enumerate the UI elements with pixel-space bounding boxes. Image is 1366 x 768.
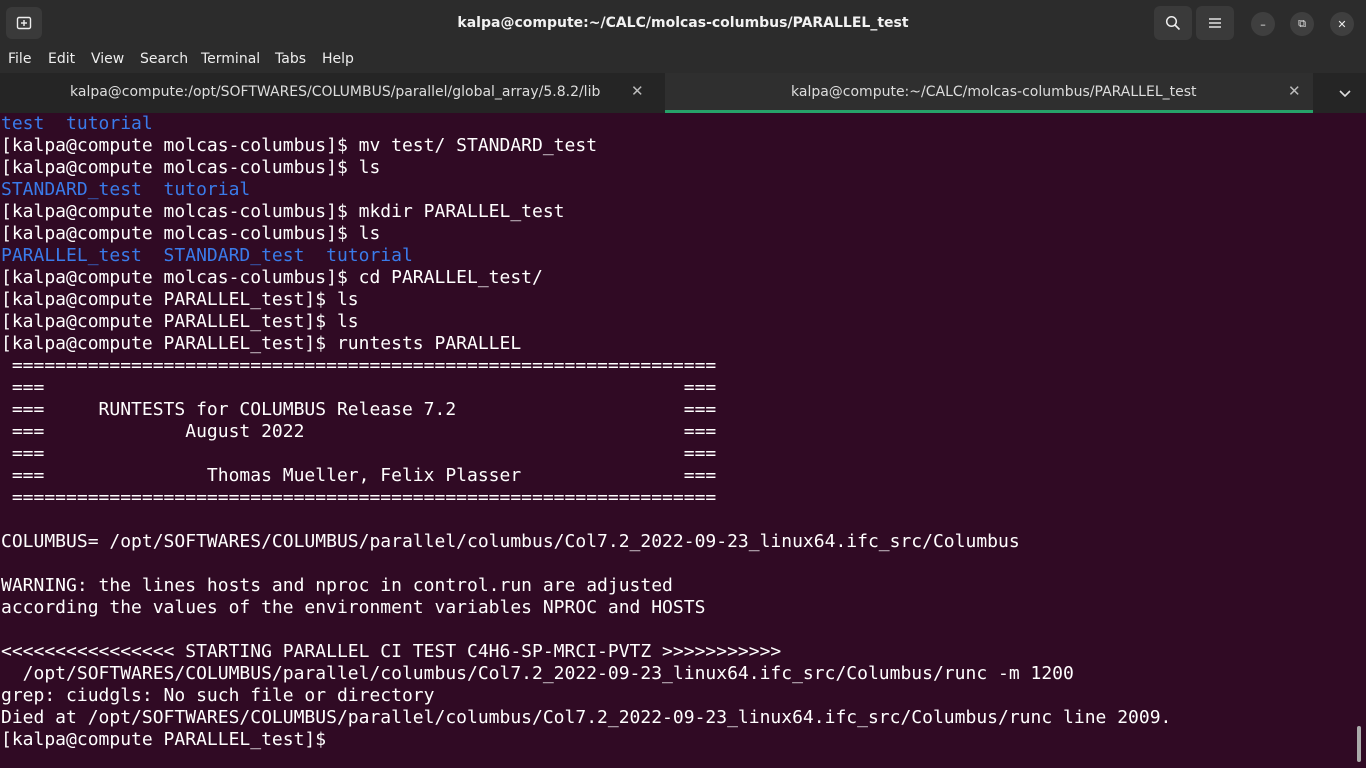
terminal-line: [kalpa@compute molcas-columbus]$ ls <box>1 157 381 178</box>
terminal-line: ========================================… <box>1 487 717 508</box>
close-window-button[interactable]: ✕ <box>1330 12 1354 36</box>
terminal-line: grep: ciudgls: No such file or directory <box>1 685 435 706</box>
tab-bar: kalpa@compute:/opt/SOFTWARES/COLUMBUS/pa… <box>0 73 1366 113</box>
terminal-line: according the values of the environment … <box>1 597 706 618</box>
close-tab-icon[interactable]: ✕ <box>1288 82 1301 100</box>
hamburger-menu-button[interactable] <box>1196 6 1234 40</box>
terminal-line: === === <box>1 443 717 464</box>
menu-terminal[interactable]: Terminal <box>201 51 260 67</box>
terminal-line: [kalpa@compute molcas-columbus]$ cd PARA… <box>1 267 543 288</box>
tab-label: kalpa@compute:~/CALC/molcas-columbus/PAR… <box>791 84 1197 100</box>
tabs-dropdown-button[interactable] <box>1333 81 1357 105</box>
search-icon <box>1165 15 1181 31</box>
terminal-line: [kalpa@compute PARALLEL_test]$ ls <box>1 311 359 332</box>
terminal-line: [kalpa@compute PARALLEL_test]$ <box>1 729 337 750</box>
terminal-line: [kalpa@compute molcas-columbus]$ mkdir P… <box>1 201 565 222</box>
menu-help[interactable]: Help <box>322 51 354 67</box>
terminal-line: test tutorial <box>1 113 153 134</box>
terminal-line: STANDARD_test tutorial <box>1 179 251 200</box>
scrollbar[interactable] <box>1357 726 1361 762</box>
menu-file[interactable]: File <box>8 51 31 67</box>
maximize-button[interactable]: ⧉ <box>1290 12 1314 36</box>
terminal-line: [kalpa@compute PARALLEL_test]$ runtests … <box>1 333 522 354</box>
terminal-line: === Thomas Mueller, Felix Plasser === <box>1 465 717 486</box>
terminal-line: === === <box>1 377 717 398</box>
menu-view[interactable]: View <box>91 51 124 67</box>
hamburger-menu-icon <box>1209 18 1221 28</box>
tab-label: kalpa@compute:/opt/SOFTWARES/COLUMBUS/pa… <box>70 84 601 100</box>
terminal-line: === August 2022 === <box>1 421 717 442</box>
terminal-line: COLUMBUS= /opt/SOFTWARES/COLUMBUS/parall… <box>1 531 1020 552</box>
terminal-line: ========================================… <box>1 355 717 376</box>
terminal-line: [kalpa@compute molcas-columbus]$ mv test… <box>1 135 598 156</box>
minimize-button[interactable]: – <box>1251 12 1275 36</box>
terminal-line: === RUNTESTS for COLUMBUS Release 7.2 ==… <box>1 399 717 420</box>
terminal-line: WARNING: the lines hosts and nproc in co… <box>1 575 673 596</box>
menu-tabs[interactable]: Tabs <box>275 51 306 67</box>
terminal-line: /opt/SOFTWARES/COLUMBUS/parallel/columbu… <box>1 663 1074 684</box>
tab-parallel-test[interactable]: kalpa@compute:~/CALC/molcas-columbus/PAR… <box>665 73 1313 113</box>
terminal-line: Died at /opt/SOFTWARES/COLUMBUS/parallel… <box>1 707 1172 728</box>
terminal-line: [kalpa@compute molcas-columbus]$ ls <box>1 223 381 244</box>
search-button[interactable] <box>1154 6 1192 40</box>
close-tab-icon[interactable]: ✕ <box>631 82 644 100</box>
chevron-down-icon <box>1339 90 1351 98</box>
menu-edit[interactable]: Edit <box>48 51 75 67</box>
terminal-output[interactable]: test tutorial [kalpa@compute molcas-colum… <box>0 113 1354 768</box>
menu-search[interactable]: Search <box>140 51 188 67</box>
terminal-line: [kalpa@compute PARALLEL_test]$ ls <box>1 289 359 310</box>
terminal-line: PARALLEL_test STANDARD_test tutorial <box>1 245 413 266</box>
tab-global-array-lib[interactable]: kalpa@compute:/opt/SOFTWARES/COLUMBUS/pa… <box>0 73 664 113</box>
title-bar: kalpa@compute:~/CALC/molcas-columbus/PAR… <box>0 0 1366 46</box>
menu-bar: File Edit View Search Terminal Tabs Help <box>0 46 1366 73</box>
terminal-line: <<<<<<<<<<<<<<<< STARTING PARALLEL CI TE… <box>1 641 782 662</box>
